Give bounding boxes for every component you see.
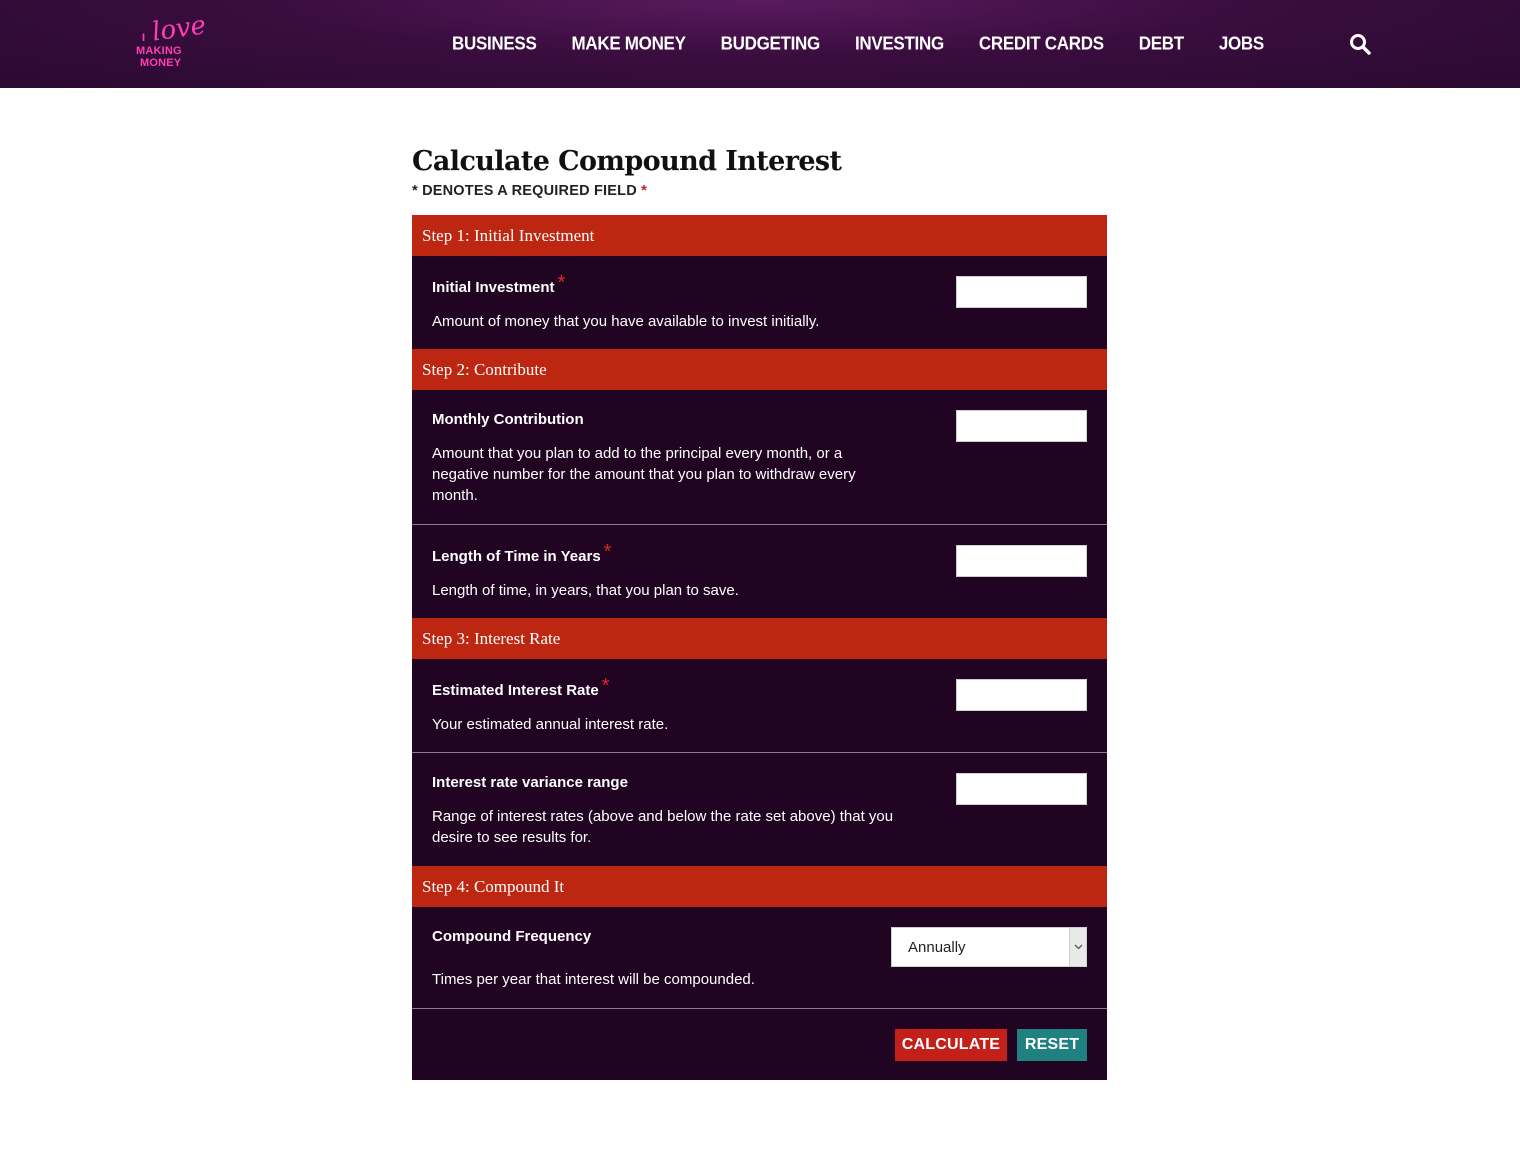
- search-icon[interactable]: [1349, 33, 1371, 55]
- nav-item-debt[interactable]: DEBT: [1139, 33, 1184, 55]
- main-nav: BUSINESS MAKE MONEY BUDGETING INVESTING …: [452, 0, 1264, 88]
- step-3-heading: Step 3: Interest Rate: [412, 618, 1107, 659]
- logo-text-love: love: [150, 10, 208, 48]
- nav-item-make-money[interactable]: MAKE MONEY: [572, 33, 686, 55]
- initial-investment-input[interactable]: [956, 276, 1087, 308]
- length-of-time-desc: Length of time, in years, that you plan …: [432, 582, 739, 599]
- initial-investment-desc: Amount of money that you have available …: [432, 313, 820, 330]
- required-star: *: [603, 541, 612, 563]
- required-note-star: *: [641, 183, 647, 199]
- length-of-time-label-text: Length of Time in Years: [432, 548, 601, 565]
- compound-interest-form: Step 1: Initial Investment Initial Inves…: [412, 215, 1107, 1080]
- compound-frequency-selected: Annually: [908, 939, 966, 956]
- calculator-section: Calculate Compound Interest * DENOTES A …: [412, 145, 1107, 1080]
- nav-item-budgeting[interactable]: BUDGETING: [721, 33, 821, 55]
- form-actions: CALCULATE RESET: [412, 1008, 1107, 1080]
- estimated-rate-label-text: Estimated Interest Rate: [432, 682, 599, 699]
- chevron-down-icon[interactable]: [1069, 928, 1086, 966]
- required-note: * DENOTES A REQUIRED FIELD *: [412, 183, 1107, 203]
- required-star: *: [557, 272, 566, 294]
- step-4-heading: Step 4: Compound It: [412, 866, 1107, 907]
- nav-item-credit-cards[interactable]: CREDIT CARDS: [979, 33, 1104, 55]
- required-note-text: * DENOTES A REQUIRED FIELD: [412, 183, 637, 199]
- site-logo[interactable]: I love MAKING MONEY: [134, 10, 208, 74]
- length-of-time-input[interactable]: [956, 545, 1087, 577]
- required-star: *: [601, 675, 610, 697]
- logo-text-i: I: [142, 32, 146, 44]
- step-2-heading: Step 2: Contribute: [412, 349, 1107, 390]
- initial-investment-row: Initial Investment * Amount of money that…: [412, 256, 1107, 349]
- compound-frequency-desc: Times per year that interest will be com…: [432, 971, 755, 988]
- monthly-contribution-desc: Amount that you plan to add to the princ…: [432, 445, 856, 504]
- calculate-button[interactable]: CALCULATE: [895, 1029, 1007, 1061]
- step-1-heading: Step 1: Initial Investment: [412, 215, 1107, 256]
- variance-range-desc: Range of interest rates (above and below…: [432, 808, 894, 846]
- nav-item-investing[interactable]: INVESTING: [855, 33, 944, 55]
- logo-text-money: MONEY: [140, 57, 182, 69]
- nav-item-business[interactable]: BUSINESS: [452, 33, 537, 55]
- variance-range-row: Interest rate variance range Range of in…: [412, 753, 1107, 866]
- monthly-contribution-row: Monthly Contribution Amount that you pla…: [412, 390, 1107, 525]
- nav-item-jobs[interactable]: JOBS: [1219, 33, 1264, 55]
- logo-text-making: MAKING: [136, 45, 182, 57]
- site-header: I love MAKING MONEY BUSINESS MAKE MONEY …: [0, 0, 1520, 88]
- variance-range-input[interactable]: [956, 773, 1087, 805]
- estimated-rate-desc: Your estimated annual interest rate.: [432, 716, 669, 733]
- compound-frequency-row: Compound Frequency Times per year that i…: [412, 907, 1107, 1008]
- initial-investment-label-text: Initial Investment: [432, 279, 555, 296]
- estimated-rate-input[interactable]: [956, 679, 1087, 711]
- compound-frequency-select[interactable]: Annually: [891, 927, 1087, 967]
- estimated-rate-row: Estimated Interest Rate * Your estimated …: [412, 659, 1107, 753]
- page-title: Calculate Compound Interest: [412, 146, 842, 177]
- length-of-time-row: Length of Time in Years * Length of time,…: [412, 525, 1107, 618]
- reset-button[interactable]: RESET: [1017, 1029, 1087, 1061]
- monthly-contribution-input[interactable]: [956, 410, 1087, 442]
